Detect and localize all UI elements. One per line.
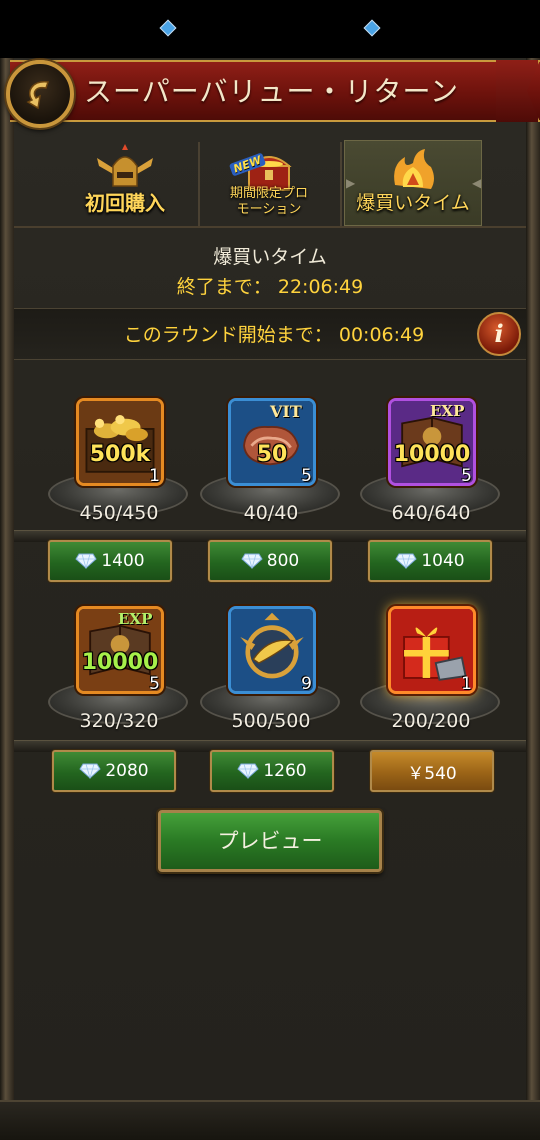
buy-button[interactable]: 1260	[210, 750, 334, 792]
info-button[interactable]: i	[477, 312, 521, 356]
tab-buying-spree-label: 爆買いタイム	[356, 192, 470, 214]
buy-button[interactable]: 2080	[52, 750, 176, 792]
tab-first-purchase[interactable]: 初回購入	[56, 140, 194, 226]
item-amount: 500k	[89, 442, 151, 467]
item-stock: 640/640	[391, 502, 471, 524]
tab-buying-spree[interactable]: 爆買いタイム	[344, 140, 482, 226]
item-exp-book-green: EXP 10000 5 320/320	[44, 606, 194, 736]
preview-button[interactable]: プレビュー	[158, 810, 382, 872]
exp-badge: EXP	[430, 402, 465, 420]
tab-active-left-marker-icon: ▶	[346, 176, 356, 190]
back-button[interactable]	[6, 60, 74, 128]
item-quantity: 9	[301, 674, 312, 694]
buy-button[interactable]: 800	[208, 540, 332, 582]
item-quantity: 1	[461, 674, 472, 694]
buy-button-yen[interactable]: ￥540	[370, 750, 494, 792]
buy-button[interactable]: 1400	[48, 540, 172, 582]
end-label: 終了まで：	[176, 276, 272, 298]
price-label: 2080	[105, 761, 149, 781]
vit-badge: VIT	[270, 402, 302, 421]
diamond-icon	[395, 553, 418, 569]
right-pillar	[526, 58, 540, 1140]
end-time: 22:06:49	[277, 276, 364, 298]
item-vit-meat: VIT 50 5 40/40	[196, 398, 346, 528]
item-quantity: 5	[301, 466, 312, 486]
item-stock: 200/200	[391, 710, 471, 732]
tab-limited-promotion-label-line1: 期間限定プロ	[229, 186, 308, 201]
item-golden-horn: 9 500/500	[196, 606, 346, 736]
item-gold-coins: 500k 1 450/450	[44, 398, 194, 528]
item-quantity: 1	[149, 466, 160, 486]
tab-limited-promotion-label-line2: モーション	[236, 202, 302, 217]
item-quantity: 5	[461, 466, 472, 486]
item-exp-book-purple: EXP 10000 5 640/640	[356, 398, 506, 528]
tab-limited-promotion[interactable]: NEW 期間限定プロ モーション	[200, 140, 338, 226]
tab-divider	[340, 142, 342, 226]
end-countdown: 終了まで： 22:06:49	[0, 272, 540, 299]
round-label: このラウンド開始まで：	[123, 324, 333, 346]
item-quantity: 5	[149, 674, 160, 694]
item-stock: 320/320	[79, 710, 159, 732]
price-label: 1040	[421, 551, 465, 571]
price-label: ￥540	[407, 763, 457, 784]
preview-button-label: プレビュー	[217, 829, 323, 853]
left-pillar	[0, 58, 14, 1140]
item-amount: 10000	[81, 650, 159, 675]
item-gift-box: 1 200/200	[356, 606, 506, 736]
back-arrow-icon	[26, 81, 50, 110]
price-label: 1260	[263, 761, 307, 781]
item-stock: 450/450	[79, 502, 159, 524]
bottom-trim	[0, 1100, 540, 1140]
diamond-icon	[75, 553, 98, 569]
buy-button[interactable]: 1040	[368, 540, 492, 582]
diamond-icon	[237, 763, 260, 779]
tab-active-right-marker-icon: ◀	[472, 176, 482, 190]
diamond-icon	[241, 553, 263, 569]
diamond-icon	[79, 763, 102, 779]
item-amount: 10000	[393, 442, 471, 467]
status-bar-area	[0, 0, 540, 58]
item-stock: 40/40	[243, 502, 299, 524]
price-label: 800	[266, 551, 300, 571]
event-name: 爆買いタイム	[213, 246, 327, 268]
tab-limited-promotion-label: 期間限定プロ モーション	[230, 186, 308, 218]
item-amount: 50	[256, 442, 288, 467]
page-title: スーパーバリュー・リターン	[84, 75, 460, 108]
round-time: 00:06:49	[338, 324, 425, 346]
price-label: 1400	[101, 551, 145, 571]
tab-first-purchase-label: 初回購入	[85, 191, 165, 215]
round-countdown: このラウンド開始まで： 00:06:49	[0, 320, 540, 347]
exp-badge: EXP	[118, 610, 153, 628]
item-stock: 500/500	[231, 710, 311, 732]
